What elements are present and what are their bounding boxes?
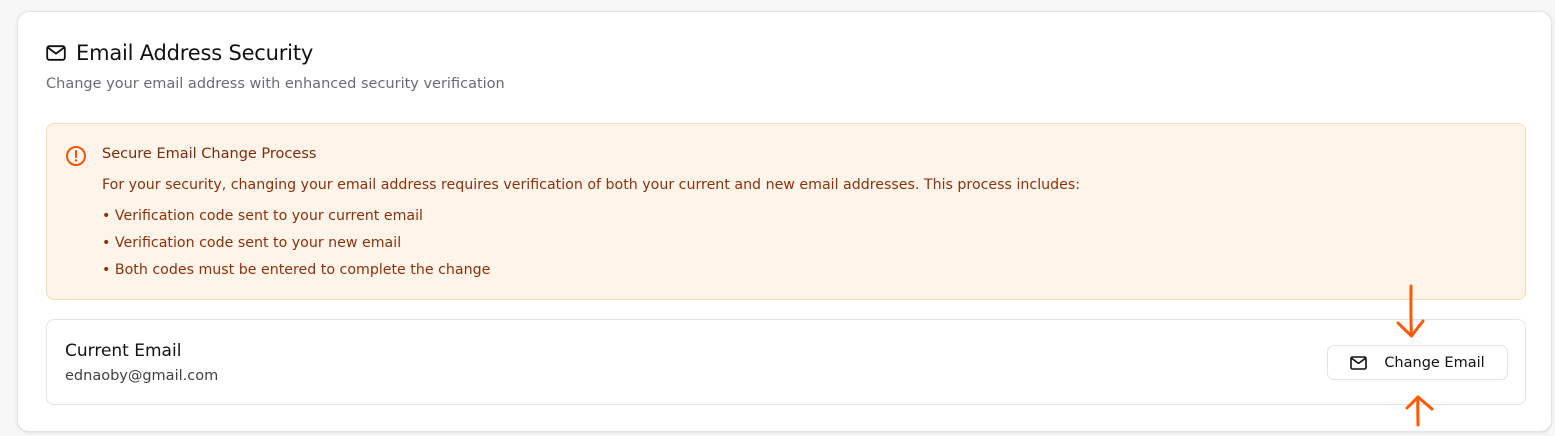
notice-title: Secure Email Change Process: [102, 146, 317, 162]
change-email-button[interactable]: Change Email: [1327, 345, 1508, 380]
change-email-label: Change Email: [1384, 354, 1485, 371]
section-subtitle: Change your email address with enhanced …: [46, 76, 505, 92]
notice-list: • Verification code sent to your current…: [102, 206, 490, 287]
current-email-value: ednaoby@gmail.com: [65, 368, 219, 384]
arrow-up-icon: [1405, 395, 1434, 427]
alert-circle-icon: [65, 145, 87, 167]
notice-text: For your security, changing your email a…: [102, 177, 1081, 193]
mail-icon: [45, 42, 67, 64]
current-email-label: Current Email: [65, 341, 182, 361]
email-security-card: Email Address Security Change your email…: [17, 11, 1552, 432]
security-notice: Secure Email Change Process For your sec…: [46, 123, 1526, 300]
list-item: • Verification code sent to your new ema…: [102, 235, 402, 251]
mail-icon: [1350, 354, 1368, 372]
list-item: • Both codes must be entered to complete…: [102, 262, 491, 278]
section-header: Email Address Security: [45, 38, 313, 68]
current-email-panel: Current Email ednaoby@gmail.com Change E…: [46, 319, 1526, 405]
arrow-down-icon: [1396, 284, 1425, 338]
section-title: Email Address Security: [76, 41, 314, 65]
list-item: • Verification code sent to your current…: [102, 208, 423, 224]
